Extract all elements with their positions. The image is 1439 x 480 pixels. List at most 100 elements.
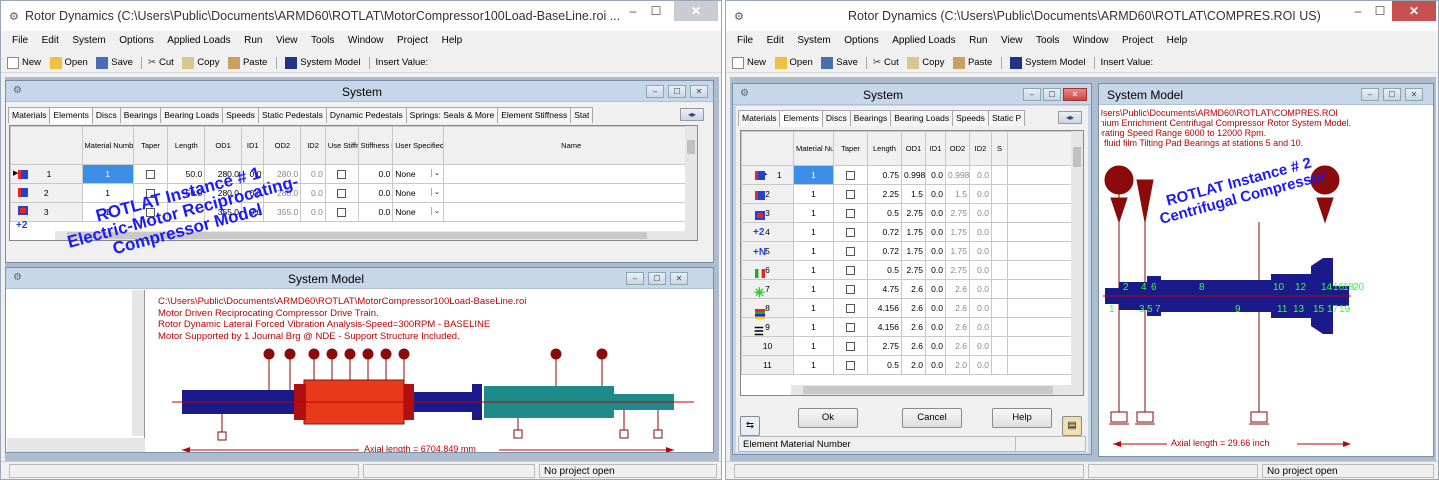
cell-od2[interactable]: 1.75 bbox=[945, 241, 970, 261]
cell-material[interactable]: 1 bbox=[793, 165, 834, 185]
tab-materials[interactable]: Materials bbox=[738, 110, 781, 126]
horizontal-scrollbar[interactable] bbox=[7, 438, 145, 452]
tab-bearings[interactable]: Bearings bbox=[849, 110, 892, 126]
cell-taper[interactable] bbox=[833, 336, 868, 356]
maximize-button[interactable]: ☐ bbox=[646, 1, 666, 21]
cell-length[interactable]: 4.75 bbox=[867, 279, 902, 299]
close-button[interactable]: ✕ bbox=[1392, 1, 1436, 21]
tab-scroll-arrows[interactable]: ◂▸ bbox=[1058, 111, 1082, 124]
ok-button[interactable]: Ok bbox=[798, 408, 858, 428]
taper-checkbox[interactable] bbox=[846, 361, 855, 371]
cell-id2[interactable]: 0.0 bbox=[969, 336, 992, 356]
table-row[interactable]: 11 1 0.5 2.0 0.0 2.0 0.0 bbox=[741, 355, 1083, 375]
tab-dynamic-pedestals[interactable]: Dynamic Pedestals bbox=[325, 107, 407, 123]
tool-icon-button[interactable]: ⇆ bbox=[740, 416, 760, 436]
taper-checkbox[interactable] bbox=[846, 285, 855, 295]
cell-id1[interactable]: 0.0 bbox=[925, 241, 946, 261]
menu-help[interactable]: Help bbox=[442, 35, 463, 46]
cell-taper[interactable] bbox=[833, 355, 868, 375]
menu-applied-loads[interactable]: Applied Loads bbox=[892, 35, 955, 46]
tab-bearing-loads[interactable]: Bearing Loads bbox=[160, 107, 224, 123]
cell-od2[interactable]: 1.75 bbox=[945, 222, 970, 242]
cell-od2[interactable]: 2.6 bbox=[945, 336, 970, 356]
child-minimize-button[interactable]: – bbox=[626, 272, 644, 285]
insert-two-label[interactable]: +2 bbox=[16, 220, 27, 231]
cell-id2[interactable]: 0.0 bbox=[300, 183, 326, 203]
close-button[interactable]: ✕ bbox=[674, 1, 718, 21]
cell-taper[interactable] bbox=[833, 279, 868, 299]
cell-id2[interactable]: 0.0 bbox=[969, 279, 992, 299]
minimize-button[interactable]: – bbox=[623, 1, 643, 21]
insert-two-label[interactable]: +2 bbox=[753, 227, 764, 238]
child-maximize-button[interactable]: ☐ bbox=[1043, 88, 1061, 101]
tab-bearings[interactable]: Bearings bbox=[119, 107, 162, 123]
delete-element-icon[interactable] bbox=[18, 206, 28, 215]
insert-element-icon[interactable] bbox=[755, 171, 765, 180]
tab-elements[interactable]: Elements bbox=[779, 110, 823, 127]
tab-elements[interactable]: Elements bbox=[49, 107, 93, 124]
cell-material[interactable]: 1 bbox=[793, 298, 834, 318]
table-row[interactable]: 8 1 4.156 2.6 0.0 2.6 0.0 bbox=[741, 298, 1083, 318]
tab-stat[interactable]: Stat bbox=[570, 107, 594, 123]
cell-taper[interactable] bbox=[132, 164, 169, 184]
menu-view[interactable]: View bbox=[276, 35, 298, 46]
cell-taper[interactable] bbox=[833, 203, 868, 223]
menu-tools[interactable]: Tools bbox=[1036, 35, 1059, 46]
chevron-down-icon[interactable]: ⌄ bbox=[431, 169, 441, 177]
table-row[interactable]: 6 1 0.5 2.75 0.0 2.75 0.0 bbox=[741, 260, 1083, 280]
cell-od1[interactable]: 1.75 bbox=[901, 222, 926, 242]
cell-taper[interactable] bbox=[833, 298, 868, 318]
table-row[interactable]: 2 1 2.25 1.5 0.0 1.5 0.0 bbox=[741, 184, 1083, 204]
menu-window[interactable]: Window bbox=[1073, 35, 1109, 46]
save-button[interactable]: Save bbox=[836, 53, 858, 73]
cut-button[interactable]: Cut bbox=[884, 53, 899, 73]
cell-id1[interactable]: 0.0 bbox=[925, 355, 946, 375]
cell-od2[interactable]: 2.6 bbox=[945, 298, 970, 318]
cell-use-stiffness[interactable] bbox=[324, 202, 359, 222]
menu-run[interactable]: Run bbox=[969, 35, 987, 46]
new-button[interactable]: New bbox=[22, 53, 41, 73]
cell-od1[interactable]: 0.998 bbox=[901, 165, 926, 185]
table-row[interactable]: 3 1 0.5 2.75 0.0 2.75 0.0 bbox=[741, 203, 1083, 223]
cell-od1[interactable]: 1.5 bbox=[901, 184, 926, 204]
tab-discs[interactable]: Discs bbox=[821, 110, 851, 126]
cell-material[interactable]: 1 bbox=[793, 336, 834, 356]
cancel-button[interactable]: Cancel bbox=[902, 408, 962, 428]
cell-id1[interactable]: 0.0 bbox=[925, 298, 946, 318]
cell-id2[interactable]: 0.0 bbox=[969, 203, 992, 223]
cell-material[interactable]: 1 bbox=[793, 279, 834, 299]
cell-id1[interactable]: 0.0 bbox=[925, 317, 946, 337]
vertical-scrollbar[interactable] bbox=[685, 126, 697, 240]
tab-materials[interactable]: Materials bbox=[8, 107, 51, 123]
cell-id2[interactable]: 0.0 bbox=[969, 241, 992, 261]
cell-name[interactable] bbox=[443, 183, 697, 203]
cell-name[interactable] bbox=[443, 202, 697, 222]
cell-id2[interactable]: 0.0 bbox=[969, 260, 992, 280]
cell-length[interactable]: 0.72 bbox=[867, 241, 902, 261]
menu-help[interactable]: Help bbox=[1167, 35, 1188, 46]
cell-id2[interactable]: 0.0 bbox=[969, 184, 992, 204]
child-maximize-button[interactable]: ☐ bbox=[668, 85, 686, 98]
cell-length[interactable]: 0.75 bbox=[867, 165, 902, 185]
help-button[interactable]: Help bbox=[992, 408, 1052, 428]
model-list-pane[interactable] bbox=[7, 290, 145, 452]
cell-taper[interactable] bbox=[833, 222, 868, 242]
chevron-down-icon[interactable]: ⌄ bbox=[431, 188, 441, 196]
cell-id1[interactable]: 0.0 bbox=[925, 222, 946, 242]
taper-checkbox[interactable] bbox=[846, 209, 855, 219]
append-element-icon[interactable] bbox=[755, 191, 765, 200]
open-button[interactable]: Open bbox=[790, 53, 813, 73]
cell-od1[interactable]: 2.6 bbox=[901, 298, 926, 318]
use-stiffness-checkbox[interactable] bbox=[337, 208, 347, 218]
cell-length[interactable]: 4.156 bbox=[867, 317, 902, 337]
cell-length[interactable]: 0.5 bbox=[867, 355, 902, 375]
flag-icon[interactable] bbox=[755, 269, 765, 278]
cell-od1[interactable]: 2.75 bbox=[901, 203, 926, 223]
insert-n-label[interactable]: +N bbox=[753, 247, 766, 258]
cell-id1[interactable]: 0.0 bbox=[925, 165, 946, 185]
tab-static-pedestals[interactable]: Static Pedestals bbox=[257, 107, 327, 123]
taper-checkbox[interactable] bbox=[846, 323, 855, 333]
cell-od2[interactable]: 2.6 bbox=[945, 279, 970, 299]
cell-material[interactable]: 1 bbox=[793, 355, 834, 375]
child-minimize-button[interactable]: – bbox=[1361, 88, 1379, 101]
